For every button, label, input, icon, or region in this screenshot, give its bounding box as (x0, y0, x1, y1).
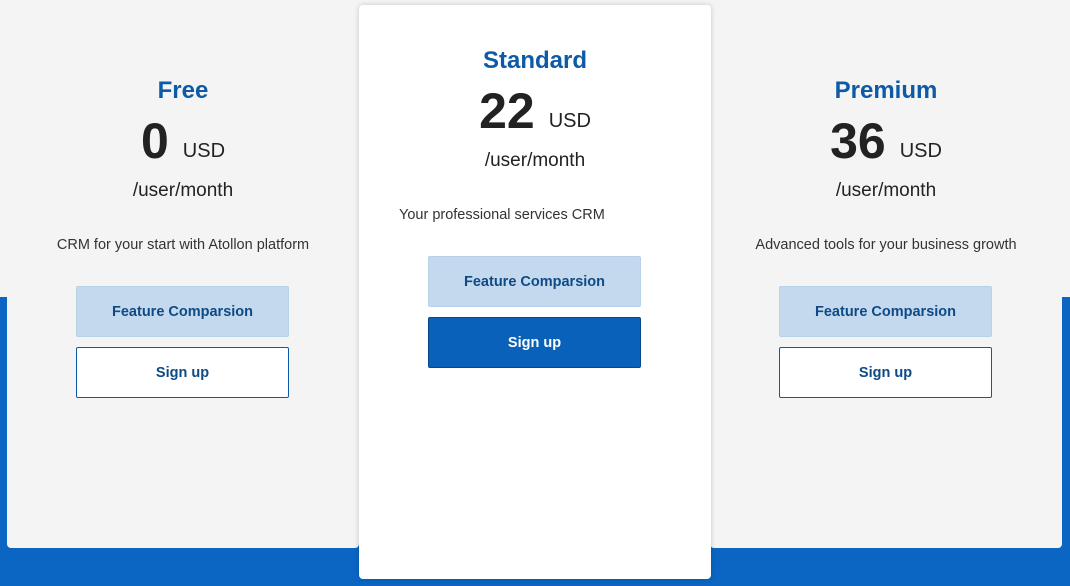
price-currency: USD (899, 140, 942, 162)
price: 36 USD (710, 113, 1062, 169)
sign-up-button[interactable]: Sign up (779, 347, 992, 398)
price-amount: 22 (479, 83, 535, 139)
plan-name: Premium (834, 77, 938, 104)
pricing-card-standard: Standard 22 USD /user/month Your profess… (359, 5, 711, 579)
sign-up-button[interactable]: Sign up (428, 317, 641, 368)
price-period: /user/month (484, 150, 586, 171)
feature-comparison-button[interactable]: Feature Comparsion (428, 256, 641, 307)
plan-description: Advanced tools for your business growth (755, 237, 1017, 253)
price-period: /user/month (835, 180, 937, 201)
price-amount: 0 (140, 113, 169, 169)
plan-name: Free (157, 77, 209, 104)
price-currency: USD (548, 110, 591, 132)
plan-description: Your professional services CRM (399, 207, 605, 223)
plan-description: CRM for your start with Atollon platform (56, 237, 310, 253)
feature-comparison-button[interactable]: Feature Comparsion (76, 286, 289, 337)
pricing-card-free: Free 0 USD /user/month CRM for your star… (7, 35, 359, 548)
price-currency: USD (182, 140, 226, 162)
sign-up-button[interactable]: Sign up (76, 347, 289, 398)
feature-comparison-button[interactable]: Feature Comparsion (779, 286, 992, 337)
price: 22 USD (359, 83, 711, 139)
price: 0 USD (7, 113, 359, 169)
price-amount: 36 (830, 113, 886, 169)
plan-name: Standard (482, 47, 587, 74)
price-period: /user/month (132, 180, 234, 201)
pricing-card-premium: Premium 36 USD /user/month Advanced tool… (710, 35, 1062, 548)
